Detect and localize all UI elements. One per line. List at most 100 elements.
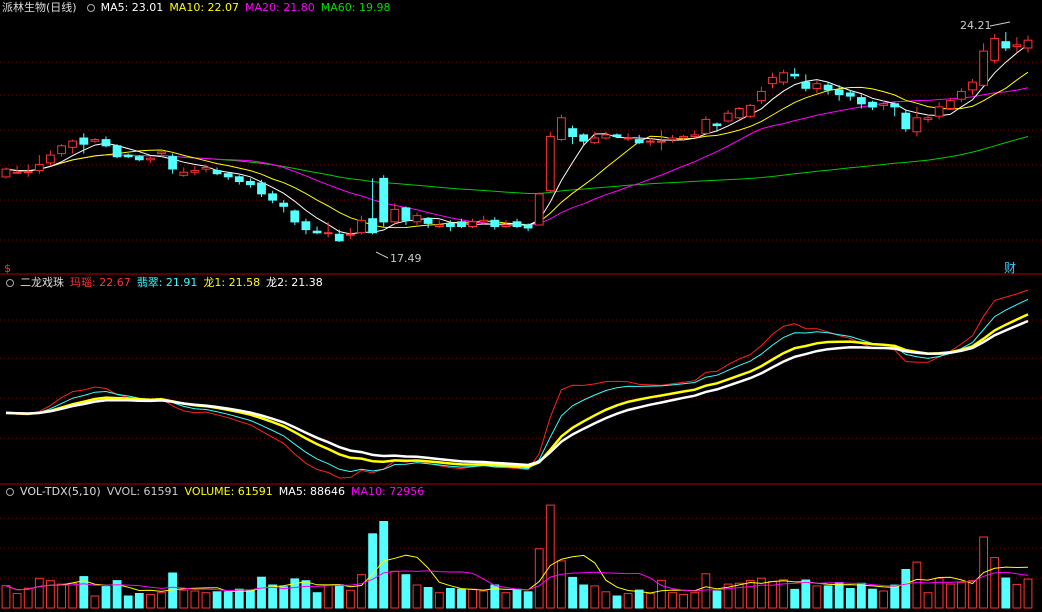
- candle-body: [868, 101, 877, 108]
- volume-bar: [1012, 583, 1022, 609]
- stock-chart[interactable]: 24.21 17.49 $ 财: [0, 0, 1042, 612]
- volume-bar: [90, 595, 100, 609]
- ma5-line: [5, 44, 1029, 235]
- volume-bar: [68, 582, 78, 609]
- candle-body: [146, 157, 155, 161]
- circle-icon[interactable]: [6, 488, 14, 496]
- candle-body: [612, 134, 622, 137]
- candle-body: [334, 233, 344, 242]
- badge-dollar: $: [4, 262, 11, 275]
- vol-title[interactable]: VOL-TDX(5,10): [20, 485, 101, 498]
- volume-bar: [23, 587, 33, 609]
- candle-body: [901, 112, 911, 130]
- candle-body: [979, 50, 989, 86]
- volume-bar: [246, 589, 255, 609]
- volume-bar: [679, 593, 689, 609]
- volume-bar: [357, 574, 366, 609]
- candle-body: [68, 140, 78, 148]
- candle-body: [490, 219, 500, 228]
- indicator-0: MA5: 23.01: [100, 1, 164, 14]
- circle-icon[interactable]: [86, 4, 95, 12]
- mid-indicators: 玛瑙: 22.67 翡翠: 21.91 龙1: 21.58 龙2: 21.38: [70, 276, 329, 289]
- mid-title[interactable]: 二龙戏珠: [20, 276, 64, 289]
- low-arrow: [375, 251, 389, 259]
- candle-body: [679, 135, 689, 139]
- volume-bar: [923, 592, 933, 609]
- indicator-0: VVOL: 61591: [106, 485, 179, 498]
- candle-body: [23, 171, 33, 173]
- candle-body: [134, 156, 144, 161]
- volume-bar: [412, 584, 422, 609]
- candle-body: [912, 117, 922, 133]
- candle-body: [457, 221, 466, 228]
- candle-body: [657, 140, 666, 143]
- candle-body: [257, 182, 266, 195]
- candle-body: [690, 134, 700, 137]
- volume-bar: [690, 592, 700, 609]
- candle-body: [190, 170, 200, 173]
- volume-bar: [557, 560, 566, 609]
- candle-body: [479, 219, 489, 223]
- volume-bar: [834, 582, 844, 609]
- volume-bar: [657, 579, 666, 609]
- candle-body: [834, 89, 844, 96]
- volume-bars: [1, 504, 1033, 609]
- candle-body: [368, 218, 378, 234]
- candle-body: [112, 145, 122, 158]
- candle-body: [579, 134, 589, 142]
- candle-body: [212, 170, 222, 175]
- ma-lines: [5, 44, 1029, 235]
- main-header: 派林生物(日线) MA5: 23.01 MA10: 22.07 MA20: 21.80…: [2, 0, 402, 16]
- candle-body: [57, 145, 67, 155]
- stock-name[interactable]: 派林生物(日线): [2, 1, 77, 14]
- volume-bar: [57, 583, 67, 609]
- candle-body: [279, 202, 289, 207]
- candle-body: [357, 219, 366, 234]
- candle-body: [890, 103, 900, 108]
- volume-bar: [457, 588, 466, 609]
- volume-bar: [179, 589, 189, 609]
- candle-body: [701, 118, 711, 134]
- volume-bar: [701, 573, 711, 609]
- dragon1-line: [5, 313, 1029, 469]
- volume-bar: [423, 587, 433, 609]
- volume-bar: [990, 557, 1000, 609]
- candle-body: [79, 137, 89, 145]
- candle-body: [845, 92, 855, 97]
- volume-bar: [512, 588, 522, 609]
- candle-body: [934, 106, 944, 117]
- volume-bar: [812, 585, 822, 609]
- indicator-2: 龙1: 21.58: [203, 276, 261, 289]
- volume-bar: [612, 595, 622, 609]
- volume-bar: [868, 588, 877, 609]
- candle-body: [990, 38, 1000, 61]
- volume-bar: [901, 569, 911, 609]
- jade-line: [5, 298, 1029, 473]
- candle-body: [634, 139, 644, 144]
- candle-body: [34, 163, 44, 172]
- candle-body: [568, 128, 578, 137]
- candle-body: [601, 134, 611, 139]
- volume-bar: [568, 576, 578, 609]
- candle-body: [1, 168, 11, 178]
- candle-body: [179, 171, 189, 176]
- dragon2-line: [5, 319, 1029, 467]
- candle-body: [223, 173, 233, 178]
- volume-bar: [945, 583, 955, 609]
- volume-bar: [101, 586, 111, 609]
- vol-indicators: VVOL: 61591 VOLUME: 61591 MA5: 88646 MA10: …: [107, 485, 431, 498]
- candle-body: [812, 83, 822, 89]
- candle-body: [401, 207, 411, 221]
- main-indicators: MA5: 23.01 MA10: 22.07 MA20: 21.80 MA60: 19…: [101, 1, 397, 14]
- volume-bar: [468, 588, 478, 609]
- candle-body: [768, 76, 777, 85]
- candle-body: [590, 137, 600, 144]
- volume-bar: [823, 585, 833, 609]
- candle-body: [645, 140, 655, 143]
- agate-line: [5, 289, 1029, 479]
- candle-body: [523, 224, 533, 229]
- circle-icon[interactable]: [6, 279, 14, 287]
- volume-bar: [312, 592, 322, 609]
- volume-bar: [401, 574, 411, 609]
- candle-body: [712, 123, 722, 127]
